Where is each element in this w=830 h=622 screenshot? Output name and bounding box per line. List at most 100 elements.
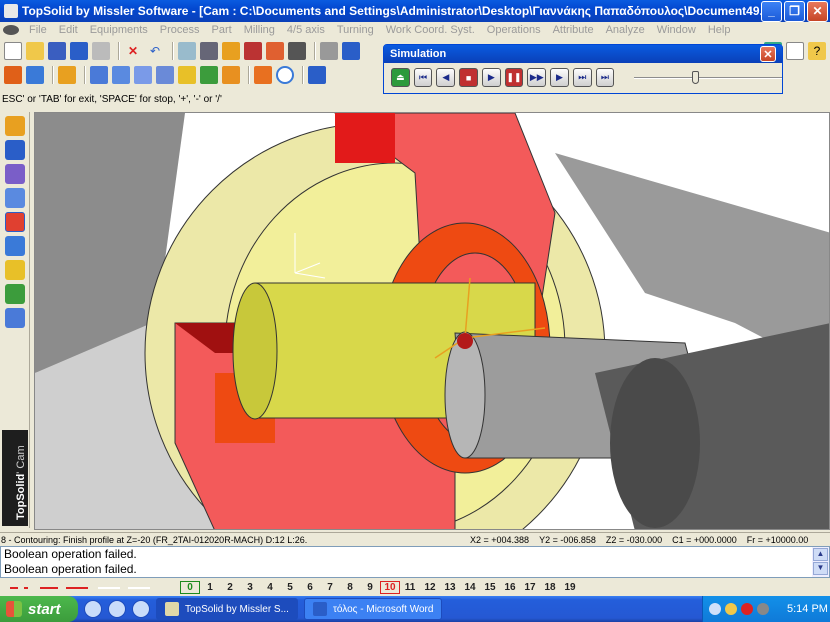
tool-library-icon[interactable]	[5, 236, 25, 256]
layer-9[interactable]: 9	[360, 582, 380, 593]
layer-8[interactable]: 8	[340, 582, 360, 593]
fast-forward-icon[interactable]: ▶▶	[527, 68, 547, 87]
media-player-icon[interactable]	[108, 600, 126, 618]
mold-icon[interactable]	[5, 284, 25, 304]
layer-10[interactable]: 10	[380, 580, 400, 594]
simulation-icon[interactable]	[254, 66, 272, 84]
save-icon[interactable]	[48, 42, 66, 60]
sketch-icon[interactable]	[5, 116, 25, 136]
measure-icon[interactable]	[320, 42, 338, 60]
layer-14[interactable]: 14	[460, 582, 480, 593]
menu-analyze[interactable]: Analyze	[606, 24, 645, 36]
start-button[interactable]: start	[0, 596, 78, 622]
message-log[interactable]: Boolean operation failed. Boolean operat…	[0, 546, 830, 578]
copy-icon[interactable]	[178, 42, 196, 60]
line-style-selector[interactable]	[0, 578, 180, 596]
shield-icon[interactable]	[725, 603, 737, 615]
menu-help[interactable]: Help	[708, 24, 731, 36]
layer-11[interactable]: 11	[400, 582, 420, 593]
layer-17[interactable]: 17	[520, 582, 540, 593]
machining-icon[interactable]	[4, 66, 22, 84]
pocket-icon[interactable]	[112, 66, 130, 84]
vm-icon[interactable]	[757, 603, 769, 615]
layer-2[interactable]: 2	[220, 582, 240, 593]
menu-operations[interactable]: Operations	[487, 24, 541, 36]
edit-pen-icon[interactable]	[244, 42, 262, 60]
menu-file[interactable]: File	[29, 24, 47, 36]
menu-milling[interactable]: Milling	[244, 24, 275, 36]
wire-icon[interactable]	[5, 260, 25, 280]
ie-icon[interactable]	[84, 600, 102, 618]
menu-process[interactable]: Process	[160, 24, 200, 36]
drill-icon[interactable]	[90, 66, 108, 84]
stock-icon[interactable]	[58, 66, 76, 84]
scroll-up-icon[interactable]: ▲	[813, 548, 828, 561]
face-icon[interactable]	[156, 66, 174, 84]
document-icon[interactable]	[786, 42, 804, 60]
task-topsolid[interactable]: TopSolid by Missler S...	[156, 598, 298, 620]
display-icon[interactable]	[288, 42, 306, 60]
shape-icon[interactable]	[5, 140, 25, 160]
stop-icon[interactable]: ■	[459, 68, 478, 87]
next-icon[interactable]: ⏭	[572, 68, 592, 87]
alert-icon[interactable]	[741, 603, 753, 615]
play-icon[interactable]: ▶	[481, 68, 501, 87]
layer-1[interactable]: 1	[200, 582, 220, 593]
layer-0[interactable]: 0	[180, 580, 200, 594]
thread-icon[interactable]	[222, 66, 240, 84]
layer-19[interactable]: 19	[560, 582, 580, 593]
close-button[interactable]: ✕	[807, 0, 828, 22]
task-word[interactable]: τόλος - Microsoft Word	[303, 598, 443, 620]
undo-icon[interactable]: ↶	[146, 42, 164, 60]
minimize-button[interactable]: _	[761, 0, 782, 22]
assembly-icon[interactable]	[5, 188, 25, 208]
first-icon[interactable]: ⏮	[413, 68, 433, 87]
print-icon[interactable]	[92, 42, 110, 60]
open-folder-icon[interactable]	[26, 42, 44, 60]
layer-12[interactable]: 12	[420, 582, 440, 593]
3d-viewport[interactable]	[34, 112, 830, 530]
layer-5[interactable]: 5	[280, 582, 300, 593]
delete-icon[interactable]: ✕	[124, 42, 142, 60]
restore-button[interactable]: ❐	[784, 0, 805, 22]
layer-7[interactable]: 7	[320, 582, 340, 593]
menu-edit[interactable]: Edit	[59, 24, 78, 36]
layer-4[interactable]: 4	[260, 582, 280, 593]
last-icon[interactable]: ⏭	[595, 68, 615, 87]
layer-13[interactable]: 13	[440, 582, 460, 593]
surface-icon[interactable]	[178, 66, 196, 84]
menu-turning[interactable]: Turning	[337, 24, 374, 36]
menu-part[interactable]: Part	[212, 24, 232, 36]
pause-icon[interactable]: ❚❚	[504, 68, 524, 87]
draft-icon[interactable]	[5, 164, 25, 184]
close-icon[interactable]: ✕	[760, 46, 776, 62]
new-document-icon[interactable]	[4, 42, 22, 60]
app-menu-icon[interactable]	[3, 25, 19, 35]
step-forward-icon[interactable]: ▶	[550, 68, 569, 87]
tray-arrow-icon[interactable]	[709, 603, 721, 615]
slider-thumb[interactable]	[692, 70, 700, 84]
multi-axis-icon[interactable]	[200, 66, 218, 84]
step-back-icon[interactable]: ◀	[436, 68, 456, 87]
layer-15[interactable]: 15	[480, 582, 500, 593]
menu-window[interactable]: Window	[657, 24, 696, 36]
help-icon[interactable]: ?	[808, 42, 826, 60]
dimension-icon[interactable]	[222, 42, 240, 60]
check-icon[interactable]	[342, 42, 360, 60]
menu-equipments[interactable]: Equipments	[90, 24, 148, 36]
contour-icon[interactable]	[134, 66, 152, 84]
layer-6[interactable]: 6	[300, 582, 320, 593]
attributes-icon[interactable]	[200, 42, 218, 60]
menu-work-coord-syst[interactable]: Work Coord. Syst.	[386, 24, 475, 36]
layer-16[interactable]: 16	[500, 582, 520, 593]
show-desktop-icon[interactable]	[132, 600, 150, 618]
progress-icon[interactable]	[5, 308, 25, 328]
tool-path-icon[interactable]	[26, 66, 44, 84]
message-scrollbar[interactable]: ▲ ▼	[812, 547, 829, 577]
post-processor-icon[interactable]	[308, 66, 326, 84]
menu-4-5-axis[interactable]: 4/5 axis	[287, 24, 325, 36]
color-palette-icon[interactable]	[266, 42, 284, 60]
layer-18[interactable]: 18	[540, 582, 560, 593]
speed-slider[interactable]	[634, 70, 782, 85]
scroll-down-icon[interactable]: ▼	[813, 562, 828, 575]
